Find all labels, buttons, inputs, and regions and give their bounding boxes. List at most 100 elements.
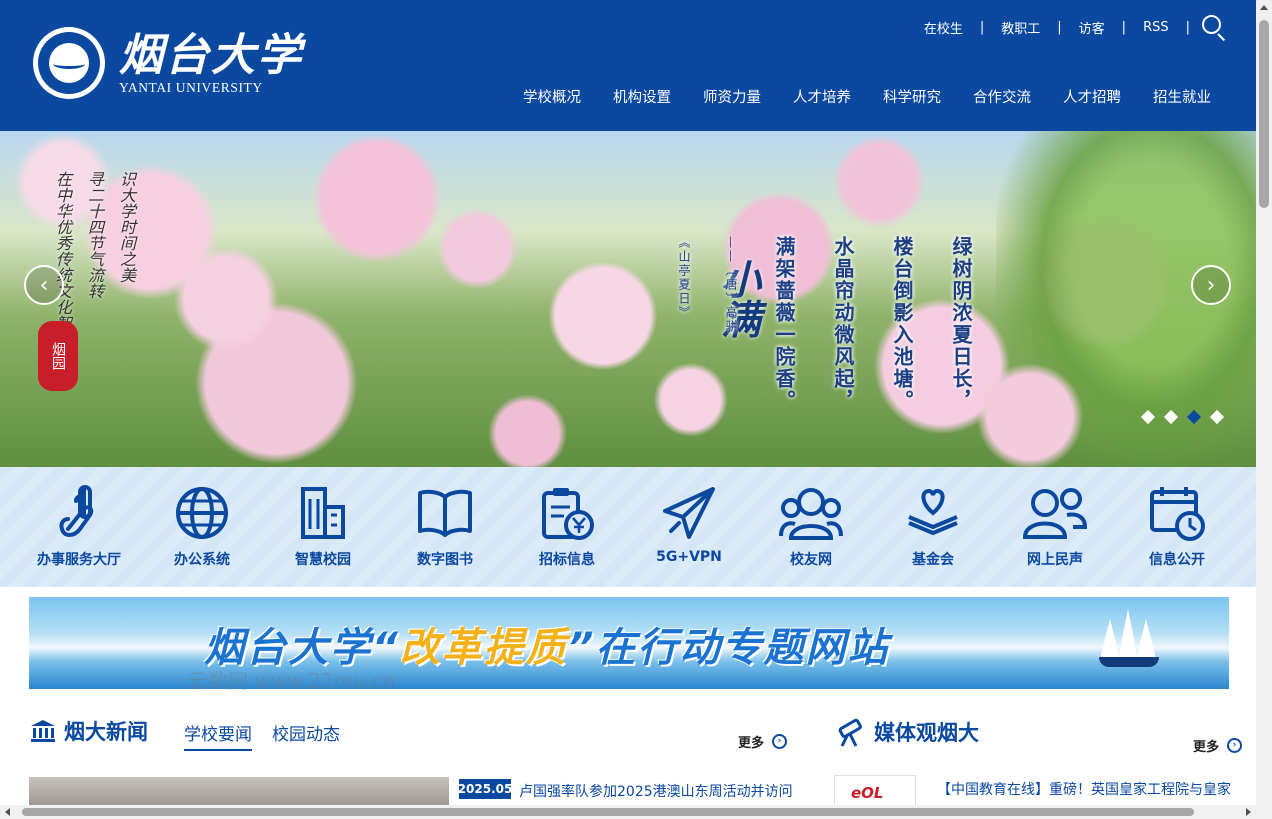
logo-cn: 烟台大学	[119, 30, 303, 81]
institution-icon	[31, 720, 55, 742]
paper-plane-icon	[629, 485, 749, 541]
horizontal-scrollbar[interactable]	[0, 805, 1256, 819]
quick-link-label: 5G+VPN	[656, 549, 722, 565]
media-section-header: 媒体观烟大	[834, 716, 979, 748]
poem-author: ——〔唐〕高骈	[724, 236, 738, 334]
news-featured-image[interactable]	[29, 777, 449, 807]
nav-recruitment[interactable]: 人才招聘	[1063, 86, 1121, 107]
hero-carousel[interactable]: 在中华优秀传统文化智慧中 寻二十四节气流转 识大学时间之美 烟园 小满 《山亭夏…	[0, 131, 1256, 467]
sailing-ship-icon	[1094, 607, 1164, 677]
quick-link-label: 数字图书	[417, 552, 473, 568]
top-link-students[interactable]: 在校生	[924, 18, 963, 37]
nav-admissions[interactable]: 招生就业	[1153, 86, 1211, 107]
telescope-icon	[838, 718, 862, 747]
quick-link-label: 信息公开	[1149, 552, 1205, 568]
banner-poem: 《山亭夏日》 ——〔唐〕高骈 满架蔷薇一院香。 水晶帘动微风起， 楼台倒影入池塘…	[676, 236, 976, 412]
scrollbar-thumb[interactable]	[1259, 20, 1269, 208]
nav-about[interactable]: 学校概况	[523, 86, 581, 107]
logo-link[interactable]: 烟台大学 YANTAI UNIVERSITY	[33, 27, 303, 99]
university-seal-icon	[33, 27, 105, 99]
separator: |	[1057, 19, 1062, 35]
quick-link-info-disclosure[interactable]: 信息公开	[1117, 485, 1237, 569]
quick-link-label: 网上民声	[1027, 552, 1083, 568]
reform-title-highlight: 改革提质	[399, 625, 568, 671]
media-item-title[interactable]: 【中国教育在线】重磅！英国皇家工程院与皇家	[937, 779, 1251, 799]
carousel-dots	[1140, 409, 1225, 425]
scroll-right-icon[interactable]	[1246, 808, 1251, 816]
nav-education[interactable]: 人才培养	[793, 86, 851, 107]
side-text-line: 识大学时间之美	[117, 171, 136, 283]
more-label: 更多	[738, 736, 765, 751]
search-icon[interactable]	[1200, 14, 1226, 42]
site-header: 烟台大学 YANTAI UNIVERSITY 在校生 | 教职工 | 访客 | …	[0, 0, 1256, 131]
quick-link-foundation[interactable]: 基金会	[873, 485, 993, 569]
media-logo-image[interactable]: eOL	[834, 775, 916, 807]
chevron-left-icon[interactable]: ‹	[24, 265, 64, 305]
quick-link-smart-campus[interactable]: 智慧校园	[263, 485, 383, 569]
quick-link-label: 招标信息	[539, 552, 595, 568]
nav-cooperation[interactable]: 合作交流	[973, 86, 1031, 107]
main-nav: 学校概况 机构设置 师资力量 人才培养 科学研究 合作交流 人才招聘 招生就业	[491, 86, 1211, 107]
news-item-title[interactable]: 卢国强率队参加2025港澳山东周活动并访问	[519, 781, 793, 801]
poem-line: 水晶帘动微风起，	[831, 236, 855, 412]
clipboard-yen-icon	[507, 485, 627, 541]
scroll-up-icon[interactable]	[1260, 5, 1268, 10]
globe-icon	[142, 485, 262, 541]
quick-link-label: 校友网	[790, 552, 832, 568]
media-more-link[interactable]: 更多 ›	[1193, 736, 1243, 755]
nav-faculty[interactable]: 师资力量	[703, 86, 761, 107]
side-text-line: 寻二十四节气流转	[85, 171, 104, 299]
top-link-rss[interactable]: RSS	[1143, 20, 1169, 35]
scroll-left-icon[interactable]	[5, 808, 10, 816]
quick-link-public-voice[interactable]: 网上民声	[995, 485, 1115, 569]
quick-links-bar: 办事服务大厅 办公系统 智慧校园 数字图书 招标信息 5G+VPN 校友网 基金…	[0, 467, 1256, 587]
reform-title-suffix: ”在行动专题网站	[567, 625, 890, 671]
separator: |	[1121, 19, 1127, 35]
calendar-clock-icon	[1117, 485, 1237, 541]
nav-research[interactable]: 科学研究	[883, 86, 941, 107]
quick-link-office-system[interactable]: 办公系统	[142, 485, 262, 569]
scrollbar-thumb[interactable]	[22, 808, 1194, 816]
chevron-right-icon[interactable]: ›	[1191, 265, 1231, 305]
news-date-badge: 2025.05	[458, 779, 512, 799]
media-logo-text: eOL	[851, 784, 884, 802]
tab-school-news[interactable]: 学校要闻	[184, 720, 252, 751]
quick-link-label: 办公系统	[174, 552, 230, 568]
carousel-dot-active[interactable]	[1186, 409, 1202, 425]
more-label: 更多	[1193, 740, 1220, 755]
poem-line: 楼台倒影入池塘。	[890, 236, 914, 412]
people-icon	[751, 485, 871, 541]
carousel-dot[interactable]	[1163, 409, 1179, 425]
quick-link-5g-vpn[interactable]: 5G+VPN	[629, 485, 749, 565]
users-icon	[995, 485, 1115, 541]
tab-campus-news[interactable]: 校园动态	[272, 720, 340, 751]
carousel-dot[interactable]	[1209, 409, 1225, 425]
quick-link-digital-library[interactable]: 数字图书	[385, 485, 505, 569]
vertical-scrollbar[interactable]	[1256, 0, 1272, 819]
watermark: 云数网 www.22mu.cn	[188, 669, 396, 693]
quick-link-service-hall[interactable]: 办事服务大厅	[19, 485, 139, 569]
logo-text: 烟台大学 YANTAI UNIVERSITY	[119, 30, 303, 96]
media-section-title: 媒体观烟大	[874, 720, 979, 745]
chevron-right-circle-icon: ›	[1227, 738, 1243, 753]
separator: |	[979, 19, 985, 35]
poem-line: 绿树阴浓夏日长，	[949, 236, 973, 412]
top-link-staff[interactable]: 教职工	[1001, 18, 1040, 37]
top-links: 在校生 | 教职工 | 访客 | RSS |	[924, 14, 1226, 42]
logo-en: YANTAI UNIVERSITY	[119, 80, 263, 95]
quick-link-alumni[interactable]: 校友网	[751, 485, 871, 569]
carousel-dot[interactable]	[1140, 409, 1156, 425]
heart-hands-icon	[873, 485, 993, 541]
news-section-header: 烟大新闻	[30, 716, 148, 746]
poem-source: 《山亭夏日》	[677, 236, 691, 320]
quick-link-label: 基金会	[912, 552, 954, 568]
news-more-link[interactable]: 更多 ›	[738, 732, 788, 751]
building-icon	[263, 485, 383, 541]
top-link-visitors[interactable]: 访客	[1079, 18, 1105, 37]
news-tabs: 学校要闻 校园动态	[184, 720, 340, 751]
poem-line: 满架蔷薇一院香。	[772, 236, 796, 412]
hand-pointer-icon	[19, 485, 139, 541]
nav-organization[interactable]: 机构设置	[613, 86, 671, 107]
quick-link-label: 办事服务大厅	[37, 552, 121, 568]
quick-link-tender-info[interactable]: 招标信息	[507, 485, 627, 569]
